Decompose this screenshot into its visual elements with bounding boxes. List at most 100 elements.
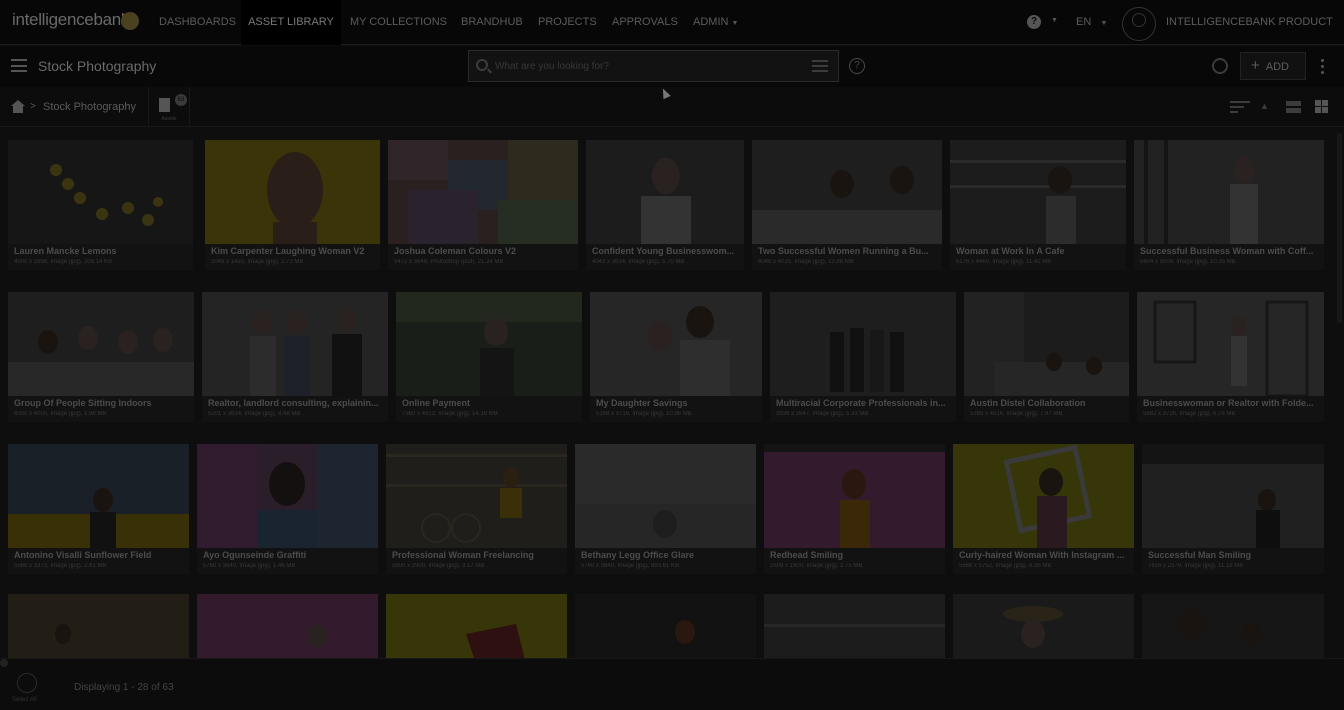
asset-title[interactable]: Successful Man Smiling [1148,550,1320,560]
asset-tile[interactable]: Bethany Legg Office Glare 5760 x 3840, I… [575,444,756,574]
asset-thumbnail[interactable] [590,292,762,396]
nav-my-collections[interactable]: MY COLLECTIONS [341,0,456,45]
question-circle-icon[interactable]: ? [1027,15,1041,29]
search-input[interactable] [495,51,795,81]
asset-tile[interactable]: Confident Young Businesswom... 4043 x 36… [586,140,744,270]
asset-thumbnail[interactable] [205,140,380,244]
asset-title[interactable]: Ayo Ogunseinde Graffiti [203,550,374,560]
asset-title[interactable]: Redhead Smiling [770,550,941,560]
asset-thumbnail[interactable] [396,292,582,396]
assets-tab[interactable]: 63 Assets [148,87,190,127]
asset-thumbnail[interactable] [1134,140,1324,244]
sort-icon[interactable] [1230,101,1250,115]
asset-thumbnail[interactable] [197,444,378,548]
breadcrumb-current[interactable]: Stock Photography [43,101,136,113]
add-button[interactable]: + ADD [1240,52,1306,80]
asset-tile[interactable]: Kim Carpenter Laughing Woman V2 2048 x 1… [205,140,380,270]
asset-tile[interactable] [764,594,945,658]
asset-tile[interactable]: My Daughter Savings 5168 x 3716, Image (… [590,292,762,422]
asset-tile[interactable] [197,594,378,658]
asset-thumbnail[interactable] [950,140,1126,244]
asset-title[interactable]: Businesswoman or Realtor with Folde... [1143,398,1320,408]
asset-title[interactable]: Multiracial Corporate Professionals in..… [776,398,952,408]
nav-dashboards[interactable]: DASHBOARDS [150,0,245,45]
asset-thumbnail[interactable] [386,444,567,548]
asset-tile[interactable]: Antonino Visalli Sunflower Field 5568 x … [8,444,189,574]
asset-tile[interactable]: Redhead Smiling 2509 x 1900, Image (jpg)… [764,444,945,574]
asset-thumbnail[interactable] [764,444,945,548]
asset-tile[interactable] [953,594,1134,658]
gallery-scrollbar[interactable] [1337,133,1342,323]
asset-tile[interactable]: Austin Distel Collaboration 5395 x 4016,… [964,292,1129,422]
asset-thumbnail[interactable] [386,594,567,658]
asset-thumbnail[interactable] [953,594,1134,658]
asset-title[interactable]: Antonino Visalli Sunflower Field [14,550,185,560]
asset-title[interactable]: Joshua Coleman Colours V2 [394,246,574,256]
asset-title[interactable]: Professional Woman Freelancing [392,550,563,560]
asset-thumbnail[interactable] [1142,594,1324,658]
asset-thumbnail[interactable] [586,140,744,244]
asset-tile[interactable] [386,594,567,658]
select-all-checkbox[interactable] [17,673,37,693]
asset-thumbnail[interactable] [1137,292,1324,396]
asset-thumbnail[interactable] [197,594,378,658]
grid-view-icon[interactable] [1315,100,1329,114]
logo[interactable]: intelligencebank [12,10,129,30]
asset-tile[interactable]: Successful Man Smiling 7816 x 2376, Imag… [1142,444,1324,574]
avatar[interactable] [1122,7,1156,41]
asset-tile[interactable]: Group Of People Sitting Indoors 6000 x 4… [8,292,194,422]
asset-title[interactable]: Online Payment [402,398,578,408]
nav-brandhub[interactable]: BRANDHUB [452,0,532,45]
user-menu[interactable]: INTELLIGENCEBANK PRODUCT [1166,16,1333,28]
asset-tile[interactable]: Professional Woman Freelancing 5800 x 29… [386,444,567,574]
asset-title[interactable]: Austin Distel Collaboration [970,398,1125,408]
asset-thumbnail[interactable] [575,444,756,548]
asset-tile[interactable]: Two Successful Women Running a Bu... 604… [752,140,942,270]
asset-thumbnail[interactable] [1142,444,1324,548]
asset-tile[interactable]: Successful Business Woman with Coff... 5… [1134,140,1324,270]
asset-title[interactable]: Kim Carpenter Laughing Woman V2 [211,246,376,256]
list-view-icon[interactable] [1286,101,1301,113]
asset-tile[interactable]: Joshua Coleman Colours V2 5472 x 3648, P… [388,140,578,270]
home-icon[interactable] [11,100,25,113]
asset-tile[interactable]: Multiracial Corporate Professionals in..… [770,292,956,422]
asset-title[interactable]: Confident Young Businesswom... [592,246,740,256]
sync-icon[interactable] [1212,58,1228,74]
asset-thumbnail[interactable] [8,140,193,244]
nav-projects[interactable]: PROJECTS [529,0,606,45]
asset-thumbnail[interactable] [752,140,942,244]
asset-tile[interactable]: Realtor, landlord consulting, explainin.… [202,292,388,422]
asset-tile[interactable]: Lauren Mancke Lemons 4000 x 2668, Image … [8,140,193,270]
asset-thumbnail[interactable] [202,292,388,396]
asset-thumbnail[interactable] [764,594,945,658]
nav-admin[interactable]: ADMIN ▼ [684,0,747,45]
asset-tile[interactable] [1142,594,1324,658]
nav-approvals[interactable]: APPROVALS [603,0,687,45]
asset-thumbnail[interactable] [964,292,1129,396]
asset-title[interactable]: Realtor, landlord consulting, explainin.… [208,398,384,408]
more-options-icon[interactable] [1321,59,1325,75]
chevron-up-icon[interactable]: ▲ [1260,101,1269,111]
asset-title[interactable]: My Daughter Savings [596,398,758,408]
asset-title[interactable]: Lauren Mancke Lemons [14,246,189,256]
chevron-down-icon[interactable]: ▼ [1051,17,1058,24]
search-help-icon[interactable]: ? [849,58,865,74]
nav-asset-library[interactable]: ASSET LIBRARY [241,0,341,45]
asset-tile[interactable]: Curly-haired Woman With Instagram ... 55… [953,444,1134,574]
filter-sliders-icon[interactable] [812,60,828,72]
asset-thumbnail[interactable] [8,594,189,658]
hamburger-menu-icon[interactable] [11,59,27,72]
asset-tile[interactable] [575,594,756,658]
asset-tile[interactable]: Online Payment 7360 x 4912, Image (jpg),… [396,292,582,422]
asset-title[interactable]: Curly-haired Woman With Instagram ... [959,550,1130,560]
asset-tile[interactable]: Businesswoman or Realtor with Folde... 5… [1137,292,1324,422]
asset-thumbnail[interactable] [8,292,194,396]
asset-title[interactable]: Bethany Legg Office Glare [581,550,752,560]
asset-tile[interactable]: Ayo Ogunseinde Graffiti 5760 x 3840, Ima… [197,444,378,574]
language-selector[interactable]: EN ▼ [1076,16,1107,28]
asset-thumbnail[interactable] [388,140,578,244]
asset-tile[interactable] [8,594,189,658]
asset-thumbnail[interactable] [953,444,1134,548]
asset-title[interactable]: Two Successful Women Running a Bu... [758,246,938,256]
asset-thumbnail[interactable] [770,292,956,396]
